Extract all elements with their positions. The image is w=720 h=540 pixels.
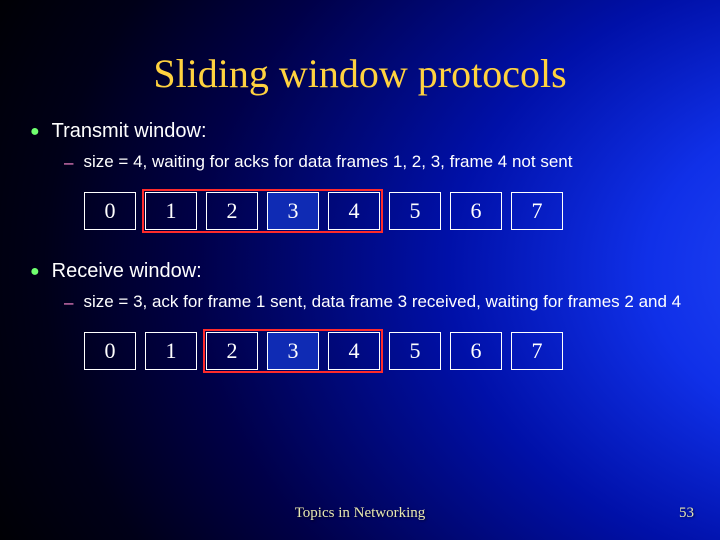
bullet-receive: ● Receive window: [30,260,690,284]
sequence-cell: 5 [389,332,441,370]
sequence-cell: 3 [267,192,319,230]
bullet-icon: ● [30,260,40,284]
transmit-row: 01234567 [84,192,690,234]
page-number: 53 [679,505,694,522]
subbullet-receive-text: size = 3, ack for frame 1 sent, data fra… [83,292,681,312]
transmit-cells: 01234567 [84,192,690,230]
bullet-transmit-text: Transmit window: [52,120,207,143]
sequence-cell: 6 [450,192,502,230]
dash-icon: – [64,292,73,314]
sequence-cell: 2 [206,332,258,370]
slide: Sliding window protocols ● Transmit wind… [0,0,720,540]
bullet-icon: ● [30,120,40,144]
receive-row: 01234567 [84,332,690,374]
sequence-cell: 1 [145,332,197,370]
slide-content: ● Transmit window: – size = 4, waiting f… [30,120,690,400]
sequence-cell: 6 [450,332,502,370]
bullet-transmit: ● Transmit window: [30,120,690,144]
bullet-receive-text: Receive window: [52,260,202,283]
sequence-cell: 4 [328,192,380,230]
sequence-cell: 4 [328,332,380,370]
sequence-cell: 2 [206,192,258,230]
sequence-cell: 7 [511,332,563,370]
slide-title: Sliding window protocols [0,50,720,97]
subbullet-transmit-text: size = 4, waiting for acks for data fram… [83,152,572,172]
sequence-cell: 1 [145,192,197,230]
dash-icon: – [64,152,73,174]
footer-text: Topics in Networking [0,505,720,522]
subbullet-receive: – size = 3, ack for frame 1 sent, data f… [64,292,690,314]
subbullet-transmit: – size = 4, waiting for acks for data fr… [64,152,690,174]
sequence-cell: 5 [389,192,441,230]
sequence-cell: 3 [267,332,319,370]
sequence-cell: 7 [511,192,563,230]
sequence-cell: 0 [84,332,136,370]
receive-cells: 01234567 [84,332,690,370]
sequence-cell: 0 [84,192,136,230]
